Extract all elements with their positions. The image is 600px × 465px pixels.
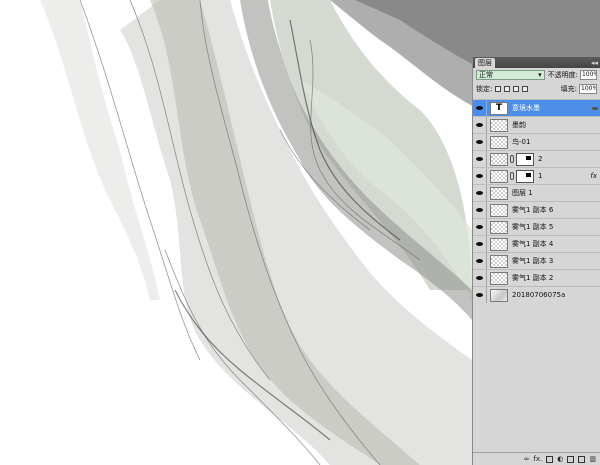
layer-name: 雾气1 副本 6 — [512, 206, 554, 214]
layer-name: 雾气1 副本 5 — [512, 223, 554, 231]
layer-row[interactable]: 雾气1 副本 6 — [473, 201, 600, 218]
tab-layers[interactable]: 图层 — [475, 58, 495, 68]
layer-row[interactable]: T 意境水墨 — [473, 99, 600, 116]
eye-icon — [476, 157, 483, 161]
layer-style-button[interactable]: fx. — [533, 455, 542, 463]
eye-icon — [476, 242, 483, 246]
visibility-toggle[interactable] — [473, 219, 487, 235]
visibility-toggle[interactable] — [473, 202, 487, 218]
eye-icon — [476, 276, 483, 280]
layer-name: 意境水墨 — [512, 104, 540, 112]
add-mask-icon[interactable] — [546, 455, 554, 463]
visibility-toggle[interactable] — [473, 117, 487, 133]
eye-icon — [476, 106, 483, 110]
trash-icon[interactable]: ▥ — [589, 455, 596, 463]
fill-input[interactable]: 100% — [579, 84, 597, 94]
layer-thumbnail — [490, 237, 508, 251]
panel-header: 图层 ◂◂ — [473, 57, 600, 68]
visibility-toggle[interactable] — [473, 134, 487, 150]
layer-name: 雾气1 副本 3 — [512, 257, 554, 265]
fill-label: 填充: — [560, 85, 577, 93]
eye-icon — [476, 140, 483, 144]
visibility-toggle[interactable] — [473, 151, 487, 167]
lock-all-icon[interactable] — [522, 86, 529, 92]
layer-row[interactable]: 雾气1 副本 5 — [473, 218, 600, 235]
mask-link-icon[interactable] — [510, 172, 514, 180]
lock-position-icon[interactable] — [513, 86, 520, 92]
layer-name: 20180706075a — [512, 291, 566, 299]
mask-link-icon[interactable] — [510, 155, 514, 163]
lock-pixels-icon[interactable] — [504, 86, 511, 92]
new-layer-icon[interactable] — [578, 455, 586, 463]
layer-thumbnail: T — [490, 101, 508, 115]
layer-thumbnail — [490, 118, 508, 132]
adjustment-layer-icon[interactable]: ◐ — [557, 455, 563, 463]
layer-name: 雾气1 副本 2 — [512, 274, 554, 282]
layers-panel: 图层 ◂◂ 正常 ▾ 不透明度: 100% 锁定: 填充: 100% T 意境水墨… — [472, 57, 600, 465]
blend-mode-select[interactable]: 正常 ▾ — [476, 70, 545, 80]
collapse-icon[interactable]: ◂◂ — [591, 59, 600, 67]
layer-thumbnail — [490, 203, 508, 217]
layer-row[interactable]: 20180706075a — [473, 286, 600, 303]
layer-thumbnail — [490, 186, 508, 200]
layer-mask-thumbnail[interactable] — [516, 169, 534, 183]
eye-icon — [476, 259, 483, 263]
layer-name: 1 — [538, 172, 543, 180]
visibility-toggle[interactable] — [473, 253, 487, 269]
layer-thumbnail — [490, 152, 508, 166]
layer-thumbnail — [490, 271, 508, 285]
layer-options-icon[interactable] — [592, 106, 598, 110]
layer-mask-thumbnail[interactable] — [516, 152, 534, 166]
layer-thumbnail — [490, 254, 508, 268]
layers-list: T 意境水墨墨韵鸟-01 2 1 fx 图层 1 雾气1 副本 6 雾气1 副本 5 雾气1 副… — [473, 99, 600, 303]
layer-row[interactable]: 雾气1 副本 4 — [473, 235, 600, 252]
layer-name: 2 — [538, 155, 543, 163]
visibility-toggle[interactable] — [473, 185, 487, 201]
layer-row[interactable]: 图层 1 — [473, 184, 600, 201]
layer-row[interactable]: 1 fx — [473, 167, 600, 184]
panel-footer: ∞ fx. ◐ ▥ — [473, 452, 600, 465]
layer-row[interactable]: 鸟-01 — [473, 133, 600, 150]
layer-name: 雾气1 副本 4 — [512, 240, 554, 248]
lock-transparent-icon[interactable] — [495, 86, 502, 92]
blend-opacity-row: 正常 ▾ 不透明度: 100% — [473, 68, 600, 82]
visibility-toggle[interactable] — [473, 168, 487, 184]
layer-row[interactable]: 墨韵 — [473, 116, 600, 133]
lock-fill-row: 锁定: 填充: 100% — [473, 82, 600, 96]
layer-thumbnail — [490, 135, 508, 149]
layer-name: 墨韵 — [512, 121, 526, 129]
opacity-label: 不透明度: — [547, 71, 578, 79]
layer-name: 鸟-01 — [512, 138, 531, 146]
layer-effects-icon[interactable]: fx — [590, 172, 597, 180]
layer-thumbnail — [490, 169, 508, 183]
eye-icon — [476, 123, 483, 127]
layer-row[interactable]: 雾气1 副本 2 — [473, 269, 600, 286]
blend-mode-value: 正常 — [479, 71, 493, 79]
layer-name: 图层 1 — [512, 189, 533, 197]
layer-thumbnail — [490, 220, 508, 234]
layer-thumbnail — [490, 288, 508, 302]
link-layers-icon[interactable]: ∞ — [524, 455, 530, 463]
opacity-input[interactable]: 100% — [579, 70, 597, 80]
eye-icon — [476, 225, 483, 229]
lock-controls — [495, 86, 529, 92]
eye-icon — [476, 208, 483, 212]
visibility-toggle[interactable] — [473, 287, 487, 303]
chevron-down-icon: ▾ — [538, 71, 542, 79]
layer-row[interactable]: 雾气1 副本 3 — [473, 252, 600, 269]
eye-icon — [476, 293, 483, 297]
layer-row[interactable]: 2 — [473, 150, 600, 167]
visibility-toggle[interactable] — [473, 100, 487, 116]
new-group-icon[interactable] — [567, 455, 575, 463]
eye-icon — [476, 174, 483, 178]
eye-icon — [476, 191, 483, 195]
lock-label: 锁定: — [476, 85, 493, 93]
visibility-toggle[interactable] — [473, 236, 487, 252]
visibility-toggle[interactable] — [473, 270, 487, 286]
